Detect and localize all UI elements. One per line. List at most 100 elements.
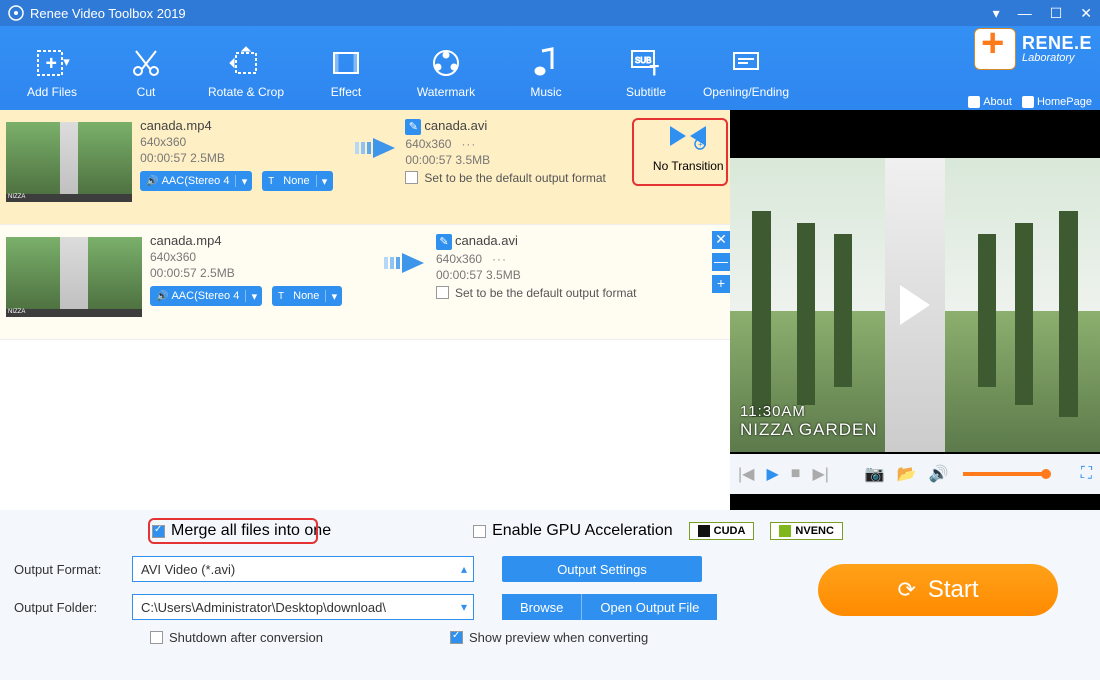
- app-logo-icon: [8, 5, 24, 21]
- shutdown-label: Shutdown after conversion: [169, 630, 323, 645]
- home-icon: [1022, 96, 1034, 108]
- source-dimensions: 640x360: [150, 250, 380, 264]
- fullscreen-icon[interactable]: ⛶: [1081, 465, 1092, 483]
- cut-button[interactable]: Cut: [96, 37, 196, 99]
- snapshot-icon[interactable]: 📷: [865, 464, 885, 484]
- highlight-transition: [632, 118, 728, 186]
- music-button[interactable]: Music: [496, 37, 596, 99]
- dropdown-icon[interactable]: ▾: [993, 5, 1000, 22]
- subtitle-button[interactable]: SUBT Subtitle: [596, 37, 696, 99]
- move-down-button[interactable]: —: [712, 253, 730, 271]
- default-output-label: Set to be the default output format: [455, 286, 636, 300]
- source-dimensions: 640x360: [140, 135, 353, 149]
- rotate-crop-label: Rotate & Crop: [196, 85, 296, 99]
- screen-icon: [696, 41, 796, 85]
- thumbnail-caption: NIZZA: [6, 194, 132, 202]
- preview-video[interactable]: 11:30AM NIZZA GARDEN: [730, 158, 1100, 452]
- maximize-icon[interactable]: ☐: [1050, 5, 1063, 22]
- edit-icon[interactable]: ✎: [405, 119, 421, 135]
- app-title: Renee Video Toolbox 2019: [30, 6, 186, 21]
- open-folder-icon[interactable]: 📂: [897, 464, 917, 484]
- minimize-icon[interactable]: —: [1018, 5, 1032, 22]
- effect-button[interactable]: Effect: [296, 37, 396, 99]
- preview-checkbox[interactable]: [450, 631, 463, 644]
- watermark-button[interactable]: Watermark: [396, 37, 496, 99]
- start-button[interactable]: ⟳ Start: [818, 564, 1058, 616]
- subtitle-label: Subtitle: [596, 85, 696, 99]
- chevron-up-icon: ▴: [461, 562, 467, 576]
- svg-text:T: T: [650, 62, 659, 78]
- arrow-icon: [353, 110, 405, 224]
- settings-panel: Merge all files into one Enable GPU Acce…: [0, 510, 1100, 680]
- audio-track-dropdown[interactable]: 🔊AAC(Stereo 4▾: [150, 286, 262, 306]
- gpu-checkbox[interactable]: [473, 525, 486, 538]
- add-files-label: Add Files: [8, 85, 96, 99]
- volume-slider[interactable]: [963, 472, 1047, 476]
- arrow-icon: [380, 225, 436, 339]
- volume-icon[interactable]: 🔊: [929, 464, 949, 484]
- add-row-button[interactable]: +: [712, 275, 730, 293]
- svg-text:+: +: [46, 53, 57, 73]
- preview-controls: |◀ ▶ ■ ▶| 📷 📂 🔊 ⛶: [730, 454, 1100, 494]
- subtitle-track-dropdown[interactable]: T None▾: [262, 171, 332, 191]
- music-label: Music: [496, 85, 596, 99]
- more-dots-icon[interactable]: ···: [492, 252, 507, 266]
- watermark-label: Watermark: [396, 85, 496, 99]
- add-files-icon: +▾: [8, 41, 96, 85]
- add-files-button[interactable]: +▾ Add Files: [8, 37, 96, 99]
- default-output-label: Set to be the default output format: [424, 171, 605, 185]
- gpu-checkbox-row[interactable]: Enable GPU Acceleration: [473, 522, 673, 540]
- chevron-down-icon: ▾: [461, 600, 467, 614]
- effect-label: Effect: [296, 85, 396, 99]
- preview-checkbox-row[interactable]: Show preview when converting: [450, 630, 648, 645]
- thumbnail: NIZZA: [6, 122, 132, 202]
- output-dimensions: 640x360: [405, 137, 451, 151]
- default-output-checkbox[interactable]: [405, 171, 418, 184]
- nvenc-badge: NVENC: [770, 522, 843, 540]
- preview-label: Show preview when converting: [469, 630, 648, 645]
- next-icon[interactable]: ▶|: [812, 464, 828, 484]
- output-duration: 00:00:57 3.5MB: [405, 153, 646, 167]
- source-duration: 00:00:57 2.5MB: [150, 266, 380, 280]
- prev-icon[interactable]: |◀: [738, 464, 754, 484]
- edit-icon[interactable]: ✎: [436, 234, 452, 250]
- file-row[interactable]: NIZZA canada.mp4 640x360 00:00:57 2.5MB …: [0, 110, 730, 225]
- close-icon[interactable]: ✕: [1080, 5, 1092, 22]
- svg-text:▾: ▾: [64, 57, 69, 68]
- preview-panel: 11:30AM NIZZA GARDEN |◀ ▶ ■ ▶| 📷 📂 🔊 ⛶: [730, 110, 1100, 570]
- gpu-label: Enable GPU Acceleration: [492, 522, 673, 540]
- scissors-icon: [96, 41, 196, 85]
- source-filename: canada.mp4: [140, 118, 353, 133]
- opening-ending-label: Opening/Ending: [696, 85, 796, 99]
- shutdown-checkbox[interactable]: [150, 631, 163, 644]
- rotate-crop-button[interactable]: Rotate & Crop: [196, 37, 296, 99]
- audio-track-dropdown[interactable]: 🔊AAC(Stereo 4▾: [140, 171, 252, 191]
- open-output-button[interactable]: Open Output File: [582, 594, 717, 620]
- brand-name: RENE.E: [1022, 34, 1092, 52]
- output-folder-dropdown[interactable]: C:\Users\Administrator\Desktop\download\…: [132, 594, 474, 620]
- subtitle-track-dropdown[interactable]: T None▾: [272, 286, 342, 306]
- title-bar: Renee Video Toolbox 2019 ▾ — ☐ ✕: [0, 0, 1100, 26]
- stop-icon[interactable]: ■: [791, 465, 801, 483]
- more-dots-icon[interactable]: ···: [461, 137, 476, 151]
- default-output-checkbox[interactable]: [436, 286, 449, 299]
- subtitle-icon: SUBT: [596, 41, 696, 85]
- remove-row-button[interactable]: ✕: [712, 231, 730, 249]
- play-overlay-icon[interactable]: [900, 285, 930, 325]
- homepage-link[interactable]: HomePage: [1022, 96, 1092, 108]
- output-settings-button[interactable]: Output Settings: [502, 556, 702, 582]
- about-link[interactable]: About: [968, 96, 1012, 108]
- svg-text:SUB: SUB: [635, 56, 651, 65]
- reel-icon: [396, 41, 496, 85]
- opening-ending-button[interactable]: Opening/Ending: [696, 37, 796, 99]
- cut-label: Cut: [96, 85, 196, 99]
- file-row[interactable]: NIZZA canada.mp4 640x360 00:00:57 2.5MB …: [0, 225, 730, 340]
- shutdown-checkbox-row[interactable]: Shutdown after conversion: [150, 630, 450, 645]
- browse-button[interactable]: Browse: [502, 594, 582, 620]
- cuda-badge: CUDA: [689, 522, 755, 540]
- play-icon[interactable]: ▶: [766, 464, 778, 484]
- output-format-label: Output Format:: [14, 562, 132, 577]
- output-folder-label: Output Folder:: [14, 600, 132, 615]
- output-format-dropdown[interactable]: AVI Video (*.avi)▴: [132, 556, 474, 582]
- preview-caption: 11:30AM NIZZA GARDEN: [740, 403, 878, 440]
